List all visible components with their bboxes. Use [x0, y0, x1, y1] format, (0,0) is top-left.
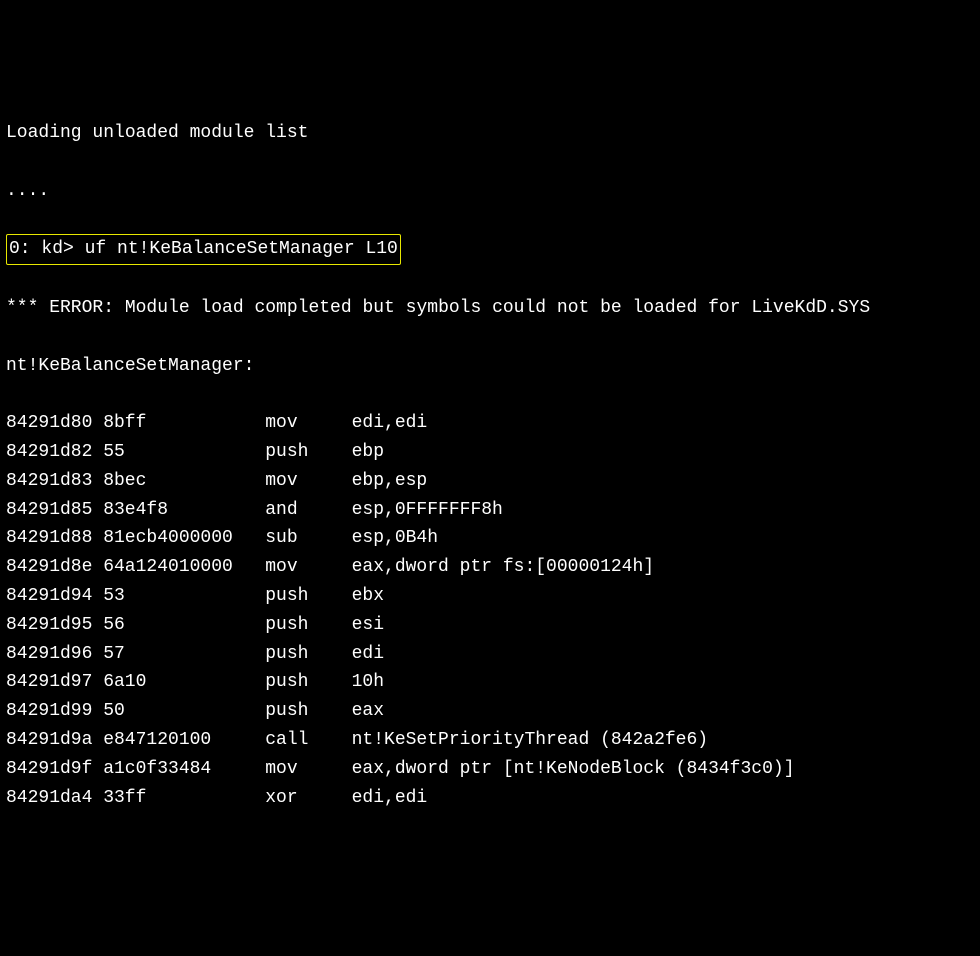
- symbol-header: nt!KeBalanceSetManager:: [6, 352, 974, 381]
- address: 84291d96: [6, 640, 103, 669]
- operands: ebp: [352, 442, 384, 462]
- disasm-row: 84291d8881ecb4000000subesp,0B4h: [6, 524, 974, 553]
- disasm-row: 84291da433ffxoredi,edi: [6, 784, 974, 813]
- opcode-bytes: 8bff: [103, 409, 265, 438]
- mnemonic: call: [265, 726, 351, 755]
- loading-text: Loading unloaded module list: [6, 119, 974, 148]
- disassembly-listing: 84291d808bffmovedi,edi84291d8255pushebp8…: [6, 409, 974, 812]
- mnemonic: mov: [265, 553, 351, 582]
- disasm-row: 84291d838becmovebp,esp: [6, 467, 974, 496]
- disasm-row: 84291d9453pushebx: [6, 582, 974, 611]
- address: 84291d97: [6, 668, 103, 697]
- opcode-bytes: 57: [103, 640, 265, 669]
- mnemonic: mov: [265, 467, 351, 496]
- opcode-bytes: 56: [103, 611, 265, 640]
- opcode-bytes: 81ecb4000000: [103, 524, 265, 553]
- mnemonic: and: [265, 496, 351, 525]
- operands: nt!KeSetPriorityThread (842a2fe6): [352, 730, 708, 750]
- mnemonic: push: [265, 697, 351, 726]
- mnemonic: mov: [265, 755, 351, 784]
- command-prompt: 0: kd> uf nt!KeBalanceSetManager L10: [6, 234, 401, 265]
- mnemonic: push: [265, 611, 351, 640]
- operands: edi,edi: [352, 413, 428, 433]
- dots-text: ....: [6, 177, 974, 206]
- operands: edi,edi: [352, 788, 428, 808]
- address: 84291d8e: [6, 553, 103, 582]
- mnemonic: xor: [265, 784, 351, 813]
- address: 84291d94: [6, 582, 103, 611]
- opcode-bytes: a1c0f33484: [103, 755, 265, 784]
- address: 84291d83: [6, 467, 103, 496]
- disasm-row: 84291d976a10push10h: [6, 668, 974, 697]
- opcode-bytes: 6a10: [103, 668, 265, 697]
- address: 84291d88: [6, 524, 103, 553]
- address: 84291d82: [6, 438, 103, 467]
- disasm-row: 84291d8e64a124010000moveax,dword ptr fs:…: [6, 553, 974, 582]
- mnemonic: push: [265, 438, 351, 467]
- disasm-row: 84291d9556pushesi: [6, 611, 974, 640]
- opcode-bytes: e847120100: [103, 726, 265, 755]
- operands: eax,dword ptr fs:[00000124h]: [352, 557, 654, 577]
- mnemonic: push: [265, 582, 351, 611]
- operands: esi: [352, 615, 384, 635]
- prompt-line[interactable]: 0: kd> uf nt!KeBalanceSetManager L10: [6, 234, 974, 265]
- opcode-bytes: 64a124010000: [103, 553, 265, 582]
- mnemonic: push: [265, 668, 351, 697]
- opcode-bytes: 50: [103, 697, 265, 726]
- opcode-bytes: 33ff: [103, 784, 265, 813]
- operands: 10h: [352, 672, 384, 692]
- address: 84291d99: [6, 697, 103, 726]
- address: 84291d80: [6, 409, 103, 438]
- operands: edi: [352, 644, 384, 664]
- mnemonic: sub: [265, 524, 351, 553]
- operands: esp,0B4h: [352, 528, 438, 548]
- disasm-row: 84291d8583e4f8andesp,0FFFFFFF8h: [6, 496, 974, 525]
- operands: eax: [352, 701, 384, 721]
- mnemonic: push: [265, 640, 351, 669]
- disasm-row: 84291d9fa1c0f33484moveax,dword ptr [nt!K…: [6, 755, 974, 784]
- operands: ebp,esp: [352, 471, 428, 491]
- disasm-row: 84291d808bffmovedi,edi: [6, 409, 974, 438]
- disasm-row: 84291d9ae847120100callnt!KeSetPriorityTh…: [6, 726, 974, 755]
- opcode-bytes: 8bec: [103, 467, 265, 496]
- operands: eax,dword ptr [nt!KeNodeBlock (8434f3c0)…: [352, 759, 795, 779]
- error-line: *** ERROR: Module load completed but sym…: [6, 294, 974, 323]
- opcode-bytes: 53: [103, 582, 265, 611]
- disasm-row: 84291d8255pushebp: [6, 438, 974, 467]
- operands: ebx: [352, 586, 384, 606]
- address: 84291d9a: [6, 726, 103, 755]
- address: 84291d9f: [6, 755, 103, 784]
- disasm-row: 84291d9950pusheax: [6, 697, 974, 726]
- disasm-row: 84291d9657pushedi: [6, 640, 974, 669]
- opcode-bytes: 55: [103, 438, 265, 467]
- operands: esp,0FFFFFFF8h: [352, 500, 503, 520]
- mnemonic: mov: [265, 409, 351, 438]
- address: 84291d95: [6, 611, 103, 640]
- opcode-bytes: 83e4f8: [103, 496, 265, 525]
- address: 84291d85: [6, 496, 103, 525]
- address: 84291da4: [6, 784, 103, 813]
